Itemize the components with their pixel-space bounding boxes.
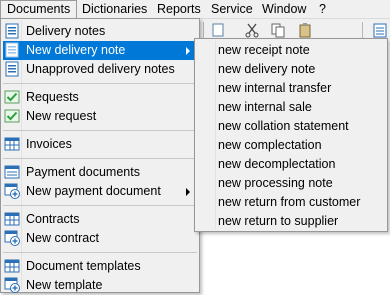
payment-add-icon (4, 183, 20, 199)
submenu-item-new-internal-sale[interactable]: new internal sale (218, 98, 312, 117)
menu-item-new-delivery-note[interactable]: New delivery note (3, 41, 197, 60)
menu-item-payment-documents[interactable]: Payment documents (3, 163, 197, 182)
document-list-icon (5, 23, 19, 39)
menu-reports[interactable]: Reports (151, 0, 207, 18)
menu-item-new-contract[interactable]: New contract (3, 229, 197, 248)
menu-window[interactable]: Window (256, 0, 312, 18)
table-add-icon (4, 277, 20, 293)
toolbar-separator (362, 22, 363, 38)
menu-item-label: Document templates (26, 259, 141, 273)
table-icon (4, 259, 20, 273)
menu-help[interactable]: ? (313, 0, 332, 18)
toolbar-separator (203, 22, 204, 38)
submenu-item-new-return-from-customer[interactable]: new return from customer (218, 193, 360, 212)
menu-item-new-payment-document[interactable]: New payment document (3, 182, 197, 201)
menu-bar: Documents Dictionaries Reports Service W… (0, 0, 390, 19)
clipboard-icon (299, 23, 311, 38)
menu-item-label: Invoices (26, 137, 72, 151)
menu-separator (3, 130, 197, 131)
menu-item-document-templates[interactable]: Document templates (3, 257, 197, 276)
new-delivery-note-submenu: new receipt note new delivery note new i… (194, 38, 388, 232)
menu-item-label: New delivery note (26, 43, 126, 57)
scissors-icon (245, 23, 259, 38)
document-list-icon (5, 61, 19, 77)
submenu-item-new-decomplectation[interactable]: new decomplectation (218, 155, 335, 174)
checkmark-icon (4, 90, 20, 104)
menu-item-contracts[interactable]: Contracts (3, 210, 197, 229)
menu-item-new-request[interactable]: New request (3, 107, 197, 126)
menu-item-label: New request (26, 109, 97, 123)
menu-separator (3, 252, 197, 253)
menu-item-invoices[interactable]: Invoices (3, 135, 197, 154)
submenu-item-new-collation-statement[interactable]: new collation statement (218, 117, 349, 136)
menu-item-new-template[interactable]: New template (3, 276, 197, 295)
menu-item-label: Delivery notes (26, 24, 106, 38)
menu-item-label: New contract (26, 231, 99, 245)
menu-item-label: Unapproved delivery notes (26, 62, 175, 76)
payment-list-icon (4, 165, 20, 179)
menu-separator (3, 205, 197, 206)
menu-item-label: Requests (26, 90, 79, 104)
menu-item-requests[interactable]: Requests (3, 88, 197, 107)
list-icon (373, 23, 387, 38)
menu-item-unapproved-delivery-notes[interactable]: Unapproved delivery notes (3, 60, 197, 79)
table-icon (4, 212, 20, 226)
menu-service[interactable]: Service (205, 0, 259, 18)
document-icon (212, 23, 224, 37)
list-button[interactable] (372, 22, 388, 38)
menu-separator (3, 83, 197, 84)
submenu-item-new-return-to-supplier[interactable]: new return to supplier (218, 212, 338, 231)
submenu-item-new-processing-note[interactable]: new processing note (218, 174, 333, 193)
menu-item-label: Contracts (26, 212, 80, 226)
copy-button[interactable] (270, 22, 286, 38)
submenu-item-new-receipt-note[interactable]: new receipt note (218, 41, 310, 60)
submenu-arrow-icon (186, 47, 190, 55)
copy-icon (271, 23, 285, 38)
menu-documents[interactable]: Documents (0, 0, 78, 18)
paste-button[interactable] (297, 22, 313, 38)
cut-button[interactable] (244, 22, 260, 38)
menu-item-label: New template (26, 278, 103, 292)
submenu-item-new-complectation[interactable]: new complectation (218, 136, 322, 155)
menu-item-label: New payment document (26, 184, 161, 198)
submenu-arrow-icon (186, 188, 190, 196)
document-list-icon (5, 42, 19, 58)
toolbar-button[interactable] (210, 22, 226, 38)
table-icon (4, 137, 20, 151)
checkmark-icon (4, 109, 20, 123)
table-add-icon (4, 230, 20, 246)
menu-separator (3, 158, 197, 159)
menu-item-delivery-notes[interactable]: Delivery notes (3, 22, 197, 41)
submenu-item-new-delivery-note[interactable]: new delivery note (218, 60, 315, 79)
menu-dictionaries[interactable]: Dictionaries (76, 0, 153, 18)
menu-item-label: Payment documents (26, 165, 140, 179)
menu-gutter (215, 41, 216, 229)
documents-menu: Delivery notes New delivery note Unappro… (0, 18, 200, 293)
submenu-item-new-internal-transfer[interactable]: new internal transfer (218, 79, 331, 98)
